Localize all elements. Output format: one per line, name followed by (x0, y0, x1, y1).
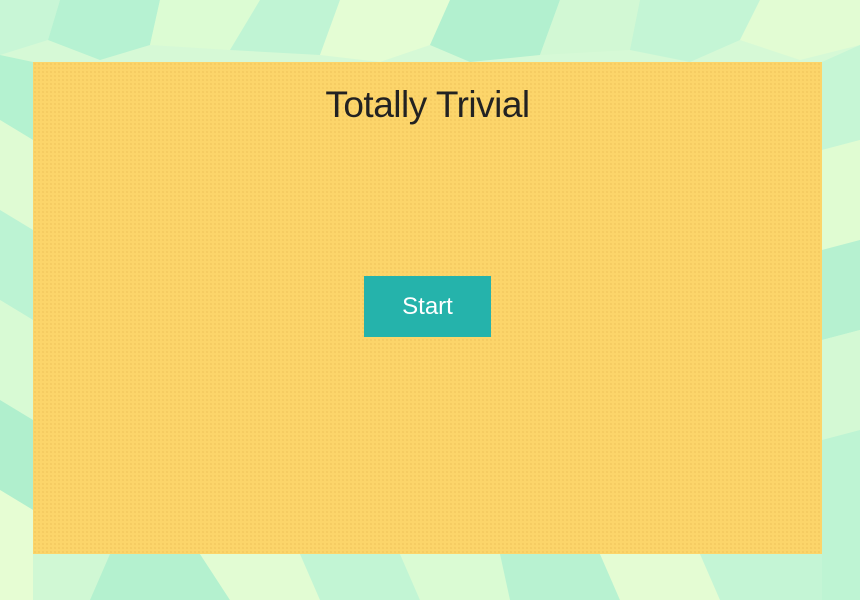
start-button[interactable]: Start (364, 276, 491, 337)
game-panel: Totally Trivial Start (33, 62, 822, 554)
page-title: Totally Trivial (325, 84, 530, 125)
